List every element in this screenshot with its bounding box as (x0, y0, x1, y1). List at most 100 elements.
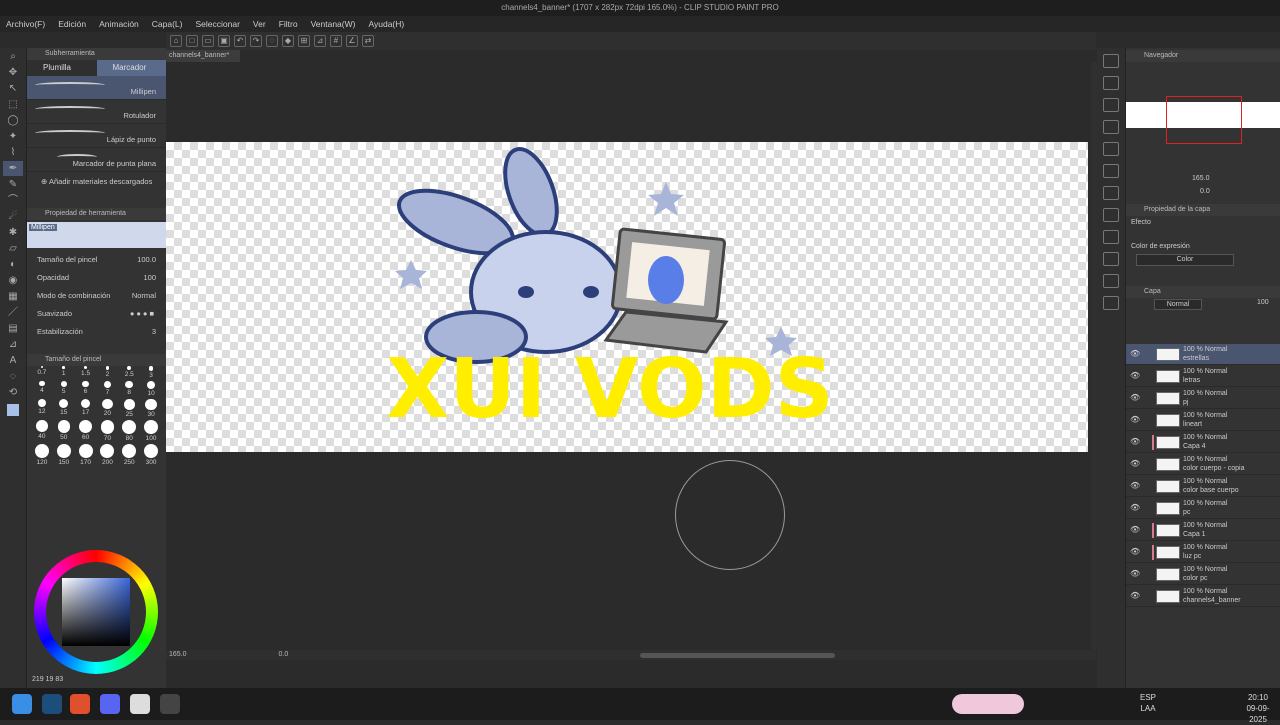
smoothing-icons[interactable]: ●●●■ (130, 309, 156, 318)
visibility-eye-icon[interactable]: 👁 (1130, 393, 1140, 402)
prop-brush-size[interactable]: Tamaño del pincel 100.0 (27, 250, 166, 268)
visibility-eye-icon[interactable]: 👁 (1130, 349, 1140, 358)
add-materials-button[interactable]: ⊕ Añadir materiales descargados (27, 172, 166, 192)
history-icon[interactable] (1103, 142, 1119, 156)
cat-widget-icon[interactable] (952, 694, 1024, 714)
layer-row[interactable]: 👁 100 % Normal channels4_banner (1126, 586, 1280, 607)
clock[interactable]: 20:10 09-09-2025 (1238, 692, 1278, 725)
snap-ruler-icon[interactable]: ⊿ (314, 35, 326, 47)
brush-size-option[interactable]: 12 (31, 398, 53, 418)
material-icon[interactable] (1103, 76, 1119, 90)
text-icon[interactable]: A (3, 353, 23, 368)
figure-icon[interactable]: ／ (3, 305, 23, 320)
tab-marcador[interactable]: Marcador (96, 60, 166, 76)
selection-icon[interactable]: ⬚ (3, 97, 23, 112)
menu-capa[interactable]: Capa(L) (152, 19, 183, 29)
color-square[interactable] (62, 578, 130, 646)
brush-size-option[interactable]: 6 (75, 380, 97, 397)
menu-ventana[interactable]: Ventana(W) (311, 19, 356, 29)
brush-size-option[interactable]: 10 (140, 380, 162, 397)
pencil-icon[interactable]: ✎ (3, 177, 23, 192)
brush-size-option[interactable]: 250 (118, 444, 140, 466)
mixing-icon[interactable] (1103, 296, 1119, 310)
visibility-eye-icon[interactable]: 👁 (1130, 525, 1140, 534)
operation-icon[interactable]: ↖ (3, 81, 23, 96)
brush-size-option[interactable]: 60 (75, 420, 97, 442)
ruler-icon[interactable]: ⊿ (3, 337, 23, 352)
layer-row[interactable]: 👁 100 % Normal estrellas (1126, 344, 1280, 365)
brush-size-option[interactable]: 170 (75, 444, 97, 466)
close-icon[interactable] (1103, 120, 1119, 134)
brush-size-option[interactable]: 100 (140, 420, 162, 442)
eraser-icon[interactable]: ▱ (3, 241, 23, 256)
brush-size-option[interactable]: 80 (118, 420, 140, 442)
snap-special-icon[interactable]: ∠ (346, 35, 358, 47)
eyedropper-icon[interactable]: ⌇ (3, 145, 23, 160)
brush-size-option[interactable]: 120 (31, 444, 53, 466)
prop-opacity[interactable]: Opacidad 100 (27, 268, 166, 286)
balloon-icon[interactable]: ◌ (3, 369, 23, 384)
menu-seleccionar[interactable]: Seleccionar (196, 19, 240, 29)
document-tab[interactable]: channels4_banner* (166, 50, 240, 62)
layer-row[interactable]: 👁 100 % Normal letras (1126, 366, 1280, 387)
transform-icon[interactable]: ⊞ (298, 35, 310, 47)
visibility-eye-icon[interactable]: 👁 (1130, 569, 1140, 578)
windows-start-icon[interactable] (12, 694, 32, 714)
prop-smoothing[interactable]: Suavizado ●●●■ (27, 304, 166, 322)
brush-size-option[interactable]: 2 (97, 366, 119, 379)
lasso-icon[interactable]: ◯ (3, 113, 23, 128)
prop-stabilization[interactable]: Estabilización 3 (27, 322, 166, 340)
info-icon[interactable] (1103, 186, 1119, 200)
brush-size-option[interactable]: 2.5 (118, 366, 140, 379)
discord-icon[interactable] (100, 694, 120, 714)
language-indicator[interactable]: ESP LAA (1140, 692, 1156, 714)
brush-size-option[interactable]: 30 (140, 398, 162, 418)
zoom-readout[interactable]: 165.0 (169, 651, 187, 658)
layer-opacity[interactable]: 100 (1257, 299, 1269, 306)
brush-size-option[interactable]: 0.7 (31, 366, 53, 379)
visibility-eye-icon[interactable]: 👁 (1130, 437, 1140, 446)
layer-row[interactable]: 👁 100 % Normal lineart (1126, 410, 1280, 431)
pen-icon[interactable]: ✒ (3, 161, 23, 176)
color-sync-icon[interactable]: ⇄ (362, 35, 374, 47)
expression-color-select[interactable]: Color (1136, 254, 1234, 266)
brush-size-option[interactable]: 1 (53, 366, 75, 379)
layer-row[interactable]: 👁 100 % Normal luz pc (1126, 542, 1280, 563)
steam-icon[interactable] (42, 694, 62, 714)
clip-studio-icon[interactable] (130, 694, 150, 714)
brush-marcador-punta-plana[interactable]: Marcador de punta plana (27, 148, 166, 172)
snap-grid-icon[interactable]: # (330, 35, 342, 47)
brush-size-option[interactable]: 70 (97, 420, 119, 442)
visibility-eye-icon[interactable]: 👁 (1130, 503, 1140, 512)
prop-value[interactable]: Normal (132, 291, 156, 300)
save-icon[interactable]: ▣ (218, 35, 230, 47)
animation-icon[interactable] (1103, 164, 1119, 178)
navigator-angle[interactable]: 0.0 (1200, 188, 1210, 195)
new-file-icon[interactable]: □ (186, 35, 198, 47)
zoom-icon[interactable]: ⌕ (3, 49, 23, 64)
layer-row[interactable]: 👁 100 % Normal Capa 1 (1126, 520, 1280, 541)
main-color-swatch[interactable] (7, 404, 19, 416)
brave-icon[interactable] (70, 694, 90, 714)
menu-archivo[interactable]: Archivo(F) (6, 19, 45, 29)
visibility-eye-icon[interactable]: 👁 (1130, 481, 1140, 490)
blend-mode-select[interactable]: Normal (1154, 299, 1202, 310)
blend-icon[interactable]: ◐ (3, 257, 23, 272)
navigator-viewport[interactable] (1166, 96, 1242, 144)
canvas[interactable]: XUI VODS (166, 142, 1088, 452)
layer-row[interactable]: 👁 100 % Normal pc (1126, 498, 1280, 519)
brush-size-option[interactable]: 20 (97, 398, 119, 418)
menu-animacion[interactable]: Animación (99, 19, 139, 29)
brush-size-option[interactable]: 4 (31, 380, 53, 397)
brush-size-option[interactable]: 5 (53, 380, 75, 397)
redo-icon[interactable]: ↷ (250, 35, 262, 47)
brush-size-option[interactable]: 300 (140, 444, 162, 466)
prop-value[interactable]: 3 (152, 327, 156, 336)
wand-icon[interactable]: ✦ (3, 129, 23, 144)
navigator-zoom[interactable]: 165.0 (1192, 175, 1210, 182)
layer-icon[interactable] (1103, 98, 1119, 112)
sub-view-icon[interactable] (1103, 208, 1119, 222)
layer-row[interactable]: 👁 100 % Normal color base cuerpo (1126, 476, 1280, 497)
menu-ayuda[interactable]: Ayuda(H) (368, 19, 404, 29)
brush-size-option[interactable]: 7 (97, 380, 119, 397)
